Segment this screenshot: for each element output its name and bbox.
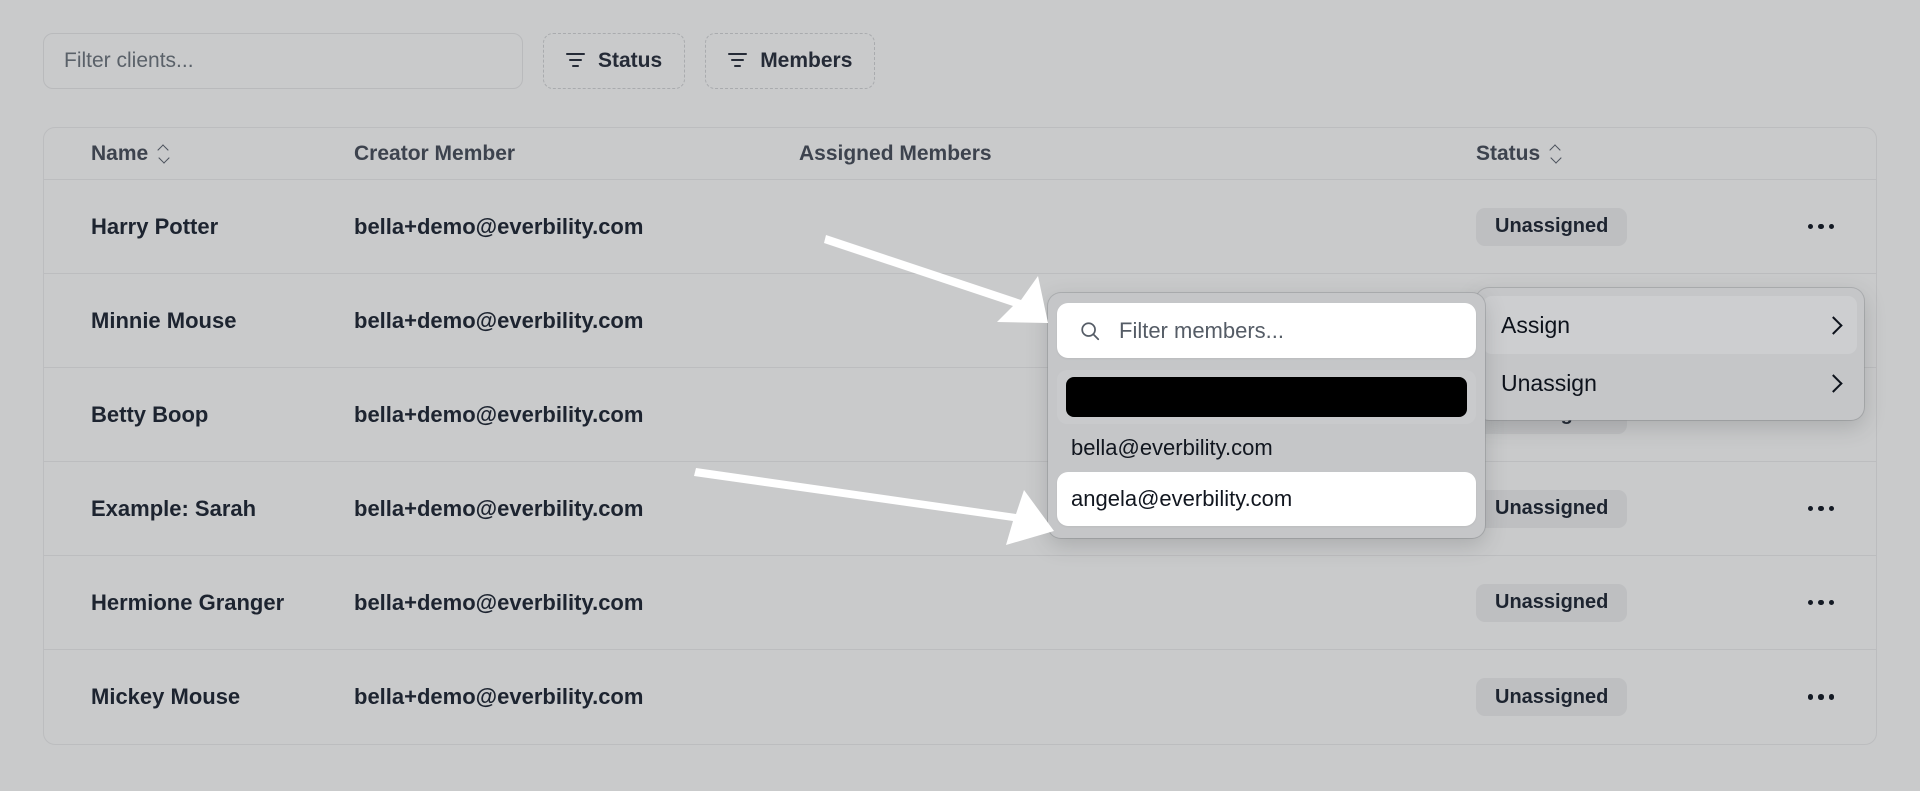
member-list-item-redacted[interactable]: [1057, 370, 1476, 424]
filter-clients-input[interactable]: [43, 33, 523, 89]
column-header-name[interactable]: Name: [44, 142, 354, 166]
table-row[interactable]: Hermione Granger bella+demo@everbility.c…: [44, 556, 1876, 650]
cell-name: Example: Sarah: [91, 495, 257, 521]
column-header-status-label: Status: [1476, 141, 1541, 165]
cell-creator-member: bella+demo@everbility.com: [354, 684, 644, 709]
column-header-creator-member-label: Creator Member: [354, 141, 516, 165]
cell-status: Unassigned: [1476, 489, 1766, 528]
column-header-assigned-members-label: Assigned Members: [799, 141, 992, 165]
redaction-bar: [1066, 377, 1467, 417]
status-badge: Unassigned: [1476, 207, 1628, 246]
member-list-item[interactable]: bella@everbility.com: [1057, 424, 1476, 472]
member-list-item[interactable]: angela@everbility.com: [1057, 472, 1476, 526]
members-filter-button[interactable]: Members: [705, 33, 876, 89]
cell-actions: [1766, 679, 1876, 715]
table-row[interactable]: Harry Potter bella+demo@everbility.com U…: [44, 180, 1876, 274]
menu-item-unassign[interactable]: Unassign: [1483, 354, 1857, 412]
cell-creator-member: bella+demo@everbility.com: [354, 589, 644, 615]
search-icon: [1081, 321, 1100, 340]
cell-name: Harry Potter: [91, 213, 219, 239]
row-context-menu: Assign Unassign: [1476, 288, 1864, 420]
sort-icon[interactable]: [1550, 144, 1563, 164]
filter-icon: [728, 53, 748, 69]
filter-members-input[interactable]: [1117, 316, 1454, 345]
sort-icon[interactable]: [158, 144, 171, 164]
status-badge: Unassigned: [1476, 678, 1628, 716]
table-header-row: Name Creator Member Assigned Members Sta…: [44, 128, 1876, 180]
cell-status: Unassigned: [1476, 678, 1766, 716]
menu-item-assign[interactable]: Assign: [1483, 296, 1857, 354]
filter-icon: [566, 53, 585, 69]
cell-name: Minnie Mouse: [91, 307, 237, 333]
column-header-assigned-members: Assigned Members: [799, 142, 1476, 166]
cell-name: Betty Boop: [91, 401, 209, 427]
clients-table: Name Creator Member Assigned Members Sta…: [43, 127, 1877, 745]
status-badge: Unassigned: [1476, 489, 1628, 528]
column-header-creator-member: Creator Member: [354, 142, 799, 166]
members-popover: bella@everbility.com angela@everbility.c…: [1048, 293, 1485, 538]
cell-name: Mickey Mouse: [91, 684, 241, 709]
cell-name: Hermione Granger: [91, 589, 285, 615]
table-row[interactable]: Mickey Mouse bella+demo@everbility.com U…: [44, 650, 1876, 744]
cell-creator-member: bella+demo@everbility.com: [354, 401, 644, 427]
cell-creator-member: bella+demo@everbility.com: [354, 307, 644, 333]
ellipsis-icon[interactable]: [1798, 585, 1844, 621]
ellipsis-icon[interactable]: [1798, 679, 1844, 715]
table-row[interactable]: Example: Sarah bella+demo@everbility.com…: [44, 462, 1876, 556]
chevron-right-icon: [1827, 373, 1839, 393]
cell-creator-member: bella+demo@everbility.com: [354, 495, 644, 521]
column-header-name-label: Name: [91, 141, 149, 165]
cell-creator-member: bella+demo@everbility.com: [354, 213, 644, 239]
cell-actions: [1766, 209, 1876, 245]
cell-status: Unassigned: [1476, 207, 1766, 246]
menu-item-assign-label: Assign: [1501, 311, 1571, 338]
cell-actions: [1766, 585, 1876, 621]
ellipsis-icon[interactable]: [1798, 209, 1844, 245]
status-badge: Unassigned: [1476, 583, 1628, 622]
column-header-status[interactable]: Status: [1476, 142, 1766, 166]
cell-actions: [1766, 491, 1876, 527]
ellipsis-icon[interactable]: [1798, 491, 1844, 527]
chevron-right-icon: [1827, 315, 1839, 335]
toolbar: Status Members: [43, 33, 876, 89]
members-list: bella@everbility.com angela@everbility.c…: [1057, 370, 1476, 526]
menu-item-unassign-label: Unassign: [1501, 369, 1597, 396]
members-filter-label: Members: [760, 49, 853, 72]
status-filter-label: Status: [598, 49, 663, 72]
cell-status: Unassigned: [1476, 583, 1766, 622]
status-filter-button[interactable]: Status: [543, 33, 686, 89]
members-search-wrapper: [1057, 303, 1476, 358]
